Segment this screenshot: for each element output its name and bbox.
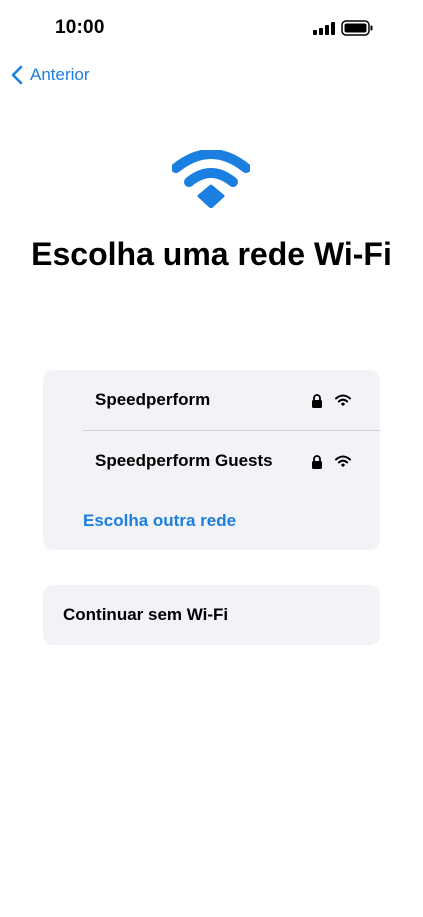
back-label: Anterior (30, 65, 90, 84)
network-item[interactable]: Speedperform (43, 370, 380, 430)
network-item[interactable]: Speedperform Guests (43, 431, 380, 491)
lock-icon (312, 394, 322, 408)
lock-icon (312, 455, 322, 469)
network-list: Speedperform Speedperform Guests Escolha… (43, 370, 380, 550)
continue-label: Continuar sem Wi-Fi (63, 605, 229, 624)
battery-icon (341, 20, 373, 36)
status-time: 10:00 (55, 17, 105, 38)
network-name: Speedperform Guests (95, 451, 273, 470)
wifi-setup-screen: 10:00 Anterior Escolha uma rede Wi-Fi Sp (0, 0, 423, 917)
network-name: Speedperform (95, 390, 211, 409)
page-title-text: Escolha uma rede Wi-Fi (31, 236, 392, 272)
wifi-signal-icon (335, 455, 351, 467)
wifi-icon (172, 150, 250, 208)
chevron-left-icon (11, 65, 23, 85)
continue-without-wifi-button[interactable]: Continuar sem Wi-Fi (43, 585, 380, 645)
choose-other-network-link[interactable]: Escolha outra rede (83, 511, 236, 531)
back-button[interactable]: Anterior (10, 62, 90, 88)
wifi-signal-icon (335, 394, 351, 406)
page-title: Escolha uma rede Wi-Fi (0, 234, 423, 274)
status-bar: 10:00 (0, 0, 423, 56)
cellular-signal-icon (313, 22, 335, 35)
